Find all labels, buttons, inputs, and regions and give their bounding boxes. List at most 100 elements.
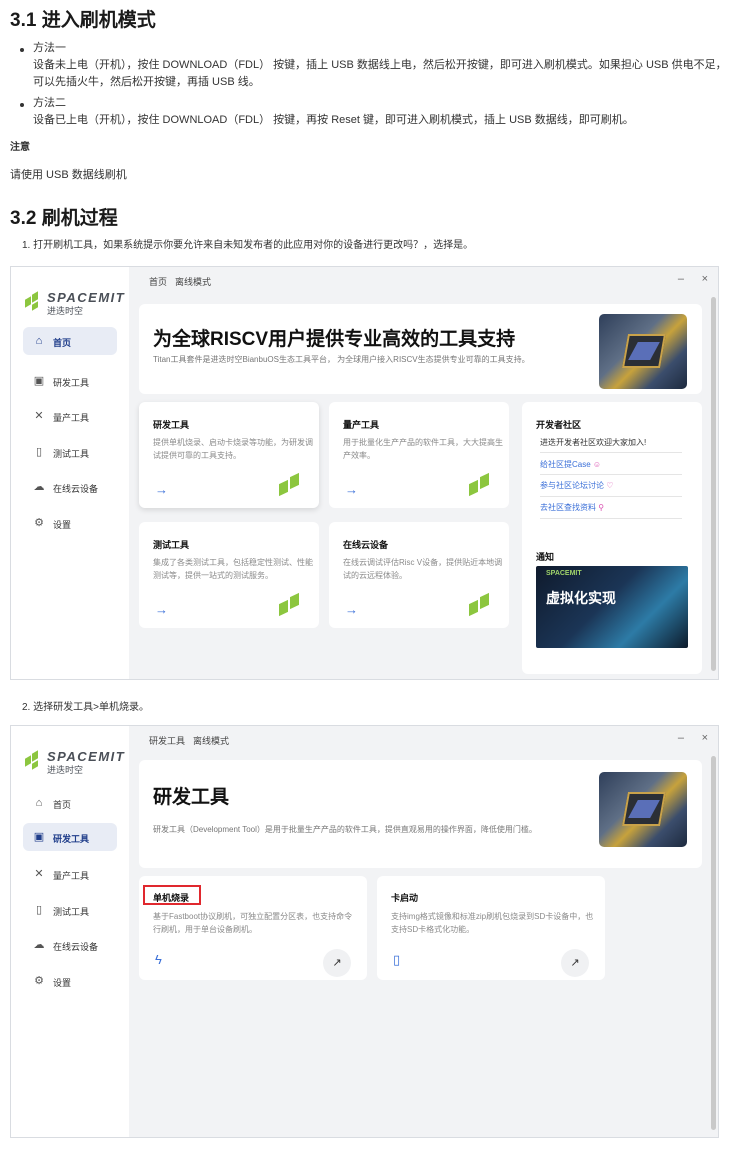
cloud-icon: ☁	[33, 939, 45, 951]
arrow-right-icon[interactable]: →	[155, 482, 168, 497]
sidebar-item-label: 在线云设备	[53, 942, 99, 952]
card-description: 用于批量化生产产品的软件工具，大大提高生产效率。	[343, 438, 503, 460]
sidebar-item-cloud-devices[interactable]: ☁ 在线云设备	[23, 473, 117, 501]
banner-card: 研发工具 研发工具（Development Tool）是用于批量生产产品的软件工…	[139, 760, 702, 868]
card-title: 量产工具	[343, 420, 380, 430]
breadcrumb: 研发工具 离线模式	[149, 734, 237, 747]
sidebar-item-label: 设置	[53, 520, 72, 530]
section-heading-3-1: 3.1 进入刷机模式	[10, 10, 156, 31]
card-title: 单机烧录	[153, 893, 190, 903]
breadcrumb-dev-tools[interactable]: 研发工具	[149, 736, 185, 746]
dev-tool-icon: ▣	[33, 375, 45, 387]
lightning-icon: ϟ	[155, 952, 162, 967]
community-welcome: 进迭开发者社区欢迎大家加入!	[540, 438, 647, 447]
scrollbar[interactable]	[711, 756, 716, 1130]
sd-card-icon: ▯	[393, 952, 401, 967]
community-title: 开发者社区	[536, 420, 582, 430]
test-tube-icon: ▯	[35, 904, 43, 916]
cloud-icon: ☁	[33, 481, 45, 493]
breadcrumb-mode: 离线模式	[193, 736, 230, 746]
bullet-dot	[20, 48, 24, 52]
breadcrumb: 首页 离线模式	[149, 275, 219, 288]
breadcrumb-mode: 离线模式	[175, 277, 212, 287]
sidebar-item-dev-tools[interactable]: ▣ 研发工具	[23, 367, 117, 395]
sidebar-item-cloud-devices[interactable]: ☁ 在线云设备	[23, 931, 117, 959]
sidebar-item-test-tools[interactable]: ▯ 测试工具	[23, 438, 117, 466]
card-title: 卡启动	[391, 893, 419, 903]
logo-subtext: 进迭时空	[47, 306, 84, 316]
leaf-icon	[279, 472, 303, 500]
search-icon: ⚲	[598, 503, 605, 512]
notice-title: 通知	[536, 552, 555, 562]
card-single-flash[interactable]: 单机烧录 基于Fastboot协议刷机，可独立配置分区表，也支持命令行刷机，用于…	[139, 876, 367, 980]
notice-image[interactable]: SPACEMIT 虚拟化实现	[536, 566, 688, 648]
dev-tool-icon: ▣	[33, 831, 45, 843]
card-cloud-devices[interactable]: 在线云设备 在线云调试评估Risc V设备，提供贴近本地调试的云远程体验。 →	[329, 522, 509, 628]
banner-title: 研发工具	[153, 787, 230, 808]
arrow-right-icon[interactable]: →	[345, 482, 358, 497]
method-1-line-1: 设备未上电（开机），按住 DOWNLOAD（FDL） 按键，插上 USB 数据线…	[33, 59, 727, 71]
logo-mark-icon	[25, 748, 47, 770]
sidebar-item-test-tools[interactable]: ▯ 测试工具	[23, 896, 117, 924]
home-icon: ⌂	[35, 797, 43, 809]
home-icon: ⌂	[35, 335, 43, 347]
close-button[interactable]: ×	[702, 273, 708, 285]
leaf-icon	[469, 592, 493, 620]
sidebar-item-production-tools[interactable]: ✕ 量产工具	[23, 402, 117, 430]
sidebar-item-dev-tools[interactable]: ▣ 研发工具	[23, 823, 117, 851]
sidebar-item-settings[interactable]: ⚙ 设置	[23, 509, 117, 537]
scrollbar[interactable]	[711, 297, 716, 671]
card-description: 提供单机烧录、启动卡烧录等功能，为研发调试提供可靠的工具支持。	[153, 438, 313, 460]
smile-icon: ☺	[592, 460, 602, 469]
note-text: 请使用 USB 数据线刷机	[10, 169, 127, 181]
sidebar-item-home[interactable]: ⌂ 首页	[23, 327, 117, 355]
minimize-button[interactable]: –	[678, 273, 684, 285]
sidebar-item-label: 量产工具	[53, 871, 90, 881]
riscv-chip-image	[599, 314, 687, 389]
card-description: 在线云调试评估Risc V设备，提供贴近本地调试的云远程体验。	[343, 558, 503, 580]
close-button[interactable]: ×	[702, 732, 708, 744]
sidebar-item-production-tools[interactable]: ✕ 量产工具	[23, 860, 117, 888]
banner-title: 为全球RISCV用户提供专业高效的工具支持	[153, 329, 516, 350]
app-screenshot-home: SPACEMIT 进迭时空 ⌂ 首页 ▣ 研发工具 ✕ 量产工具 ▯ 测试工具 …	[10, 266, 719, 680]
banner-card: 为全球RISCV用户提供专业高效的工具支持 Titan工具套件是进迭时空Bian…	[139, 304, 702, 394]
link-label: 去社区查找资料	[540, 503, 596, 512]
divider	[540, 496, 682, 497]
minimize-button[interactable]: –	[678, 732, 684, 744]
logo-mark-icon	[25, 289, 47, 311]
sidebar: SPACEMIT 进迭时空 ⌂ 首页 ▣ 研发工具 ✕ 量产工具 ▯ 测试工具 …	[11, 726, 129, 1137]
card-dev-tools[interactable]: 研发工具 提供单机烧录、启动卡烧录等功能，为研发调试提供可靠的工具支持。 →	[139, 402, 319, 508]
bullet-dot	[20, 103, 24, 107]
card-production-tools[interactable]: 量产工具 用于批量化生产产品的软件工具，大大提高生产效率。 →	[329, 402, 509, 508]
notice-image-title: 虚拟化实现	[546, 590, 616, 606]
arrow-right-icon[interactable]: →	[155, 602, 168, 617]
gear-icon: ⚙	[34, 975, 44, 987]
sidebar-item-settings[interactable]: ⚙ 设置	[23, 967, 117, 995]
sidebar-item-label: 首页	[53, 800, 72, 810]
test-tube-icon: ▯	[35, 446, 43, 458]
card-card-boot[interactable]: 卡启动 支持img格式镜像和标准zip刷机包烧录到SD卡设备中，也支持SD卡格式…	[377, 876, 605, 980]
link-submit-case[interactable]: 给社区提Case ☺	[540, 459, 601, 470]
breadcrumb-home[interactable]: 首页	[149, 277, 167, 287]
heart-icon: ♡	[606, 481, 614, 490]
card-title: 在线云设备	[343, 540, 389, 550]
open-arrow-button[interactable]: ↗	[561, 949, 589, 977]
sidebar-item-label: 测试工具	[53, 907, 90, 917]
sidebar-item-label: 研发工具	[53, 834, 90, 844]
title-bar: 首页 离线模式 – ×	[129, 267, 718, 293]
arrow-right-icon[interactable]: →	[345, 602, 358, 617]
link-forum[interactable]: 参与社区论坛讨论 ♡	[540, 480, 613, 491]
link-label: 参与社区论坛讨论	[540, 481, 604, 490]
card-title: 测试工具	[153, 540, 190, 550]
method-2-line-1: 设备已上电（开机），按住 DOWNLOAD（FDL） 按键，再按 Reset 键…	[33, 114, 634, 126]
open-arrow-button[interactable]: ↗	[323, 949, 351, 977]
logo-subtext: 进迭时空	[47, 765, 84, 775]
sidebar-item-home[interactable]: ⌂ 首页	[23, 789, 117, 817]
sidebar-item-label: 测试工具	[53, 449, 90, 459]
card-test-tools[interactable]: 测试工具 集成了各类测试工具，包括稳定性测试、性能测试等，提供一站式的测试服务。…	[139, 522, 319, 628]
card-description: 集成了各类测试工具，包括稳定性测试、性能测试等，提供一站式的测试服务。	[153, 558, 313, 580]
banner-description: Titan工具套件是进迭时空BianbuOS生态工具平台， 为全球用户接入RIS…	[153, 355, 530, 364]
leaf-icon	[279, 592, 303, 620]
link-search-docs[interactable]: 去社区查找资料 ⚲	[540, 502, 604, 513]
step-1-text: 1. 打开刷机工具，如果系统提示你要允许来自未知发布者的此应用对你的设备进行更改…	[22, 240, 474, 251]
